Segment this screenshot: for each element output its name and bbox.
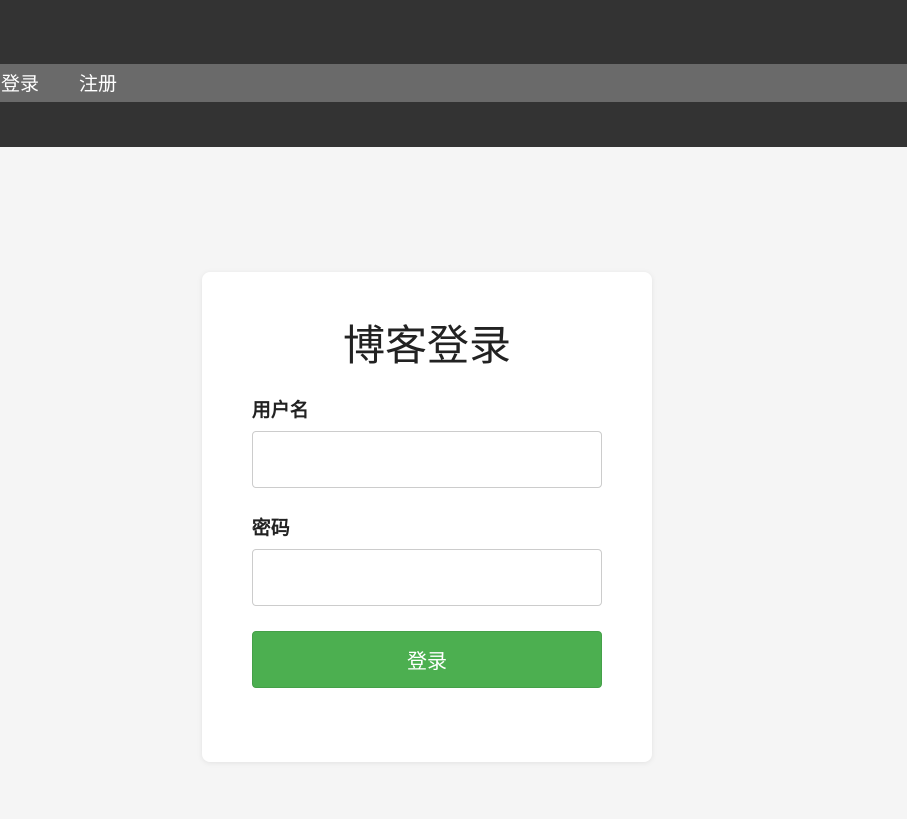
username-input[interactable] bbox=[252, 431, 602, 488]
nav-bar: 登录 注册 bbox=[0, 64, 907, 102]
username-label: 用户名 bbox=[252, 399, 310, 421]
login-button[interactable]: 登录 bbox=[252, 631, 602, 688]
page-title: 博客登录 bbox=[342, 321, 511, 370]
nav-login-link[interactable]: 登录 bbox=[1, 64, 39, 102]
nav-register-link[interactable]: 注册 bbox=[79, 64, 117, 102]
password-label: 密码 bbox=[252, 517, 291, 539]
password-input[interactable] bbox=[252, 549, 602, 606]
top-header: 登录 注册 bbox=[0, 0, 907, 147]
login-card: 博客登录 用户名 密码 登录 bbox=[202, 272, 652, 762]
